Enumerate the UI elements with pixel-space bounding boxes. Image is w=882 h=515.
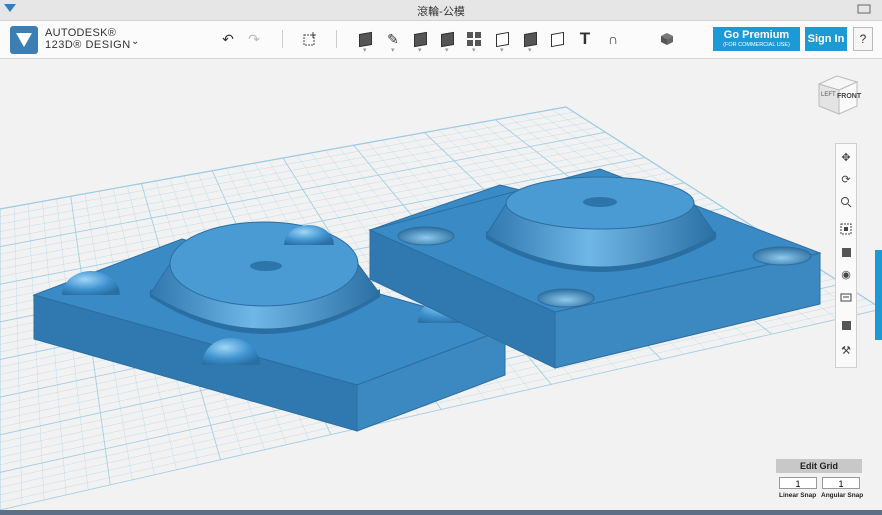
transform-tool-icon[interactable] — [300, 29, 320, 49]
chevron-down-icon[interactable]: ⌄ — [131, 36, 139, 47]
go-premium-sublabel: (FOR COMMERCIAL USE) — [723, 42, 790, 48]
dimple-back-left — [397, 226, 455, 246]
3d-viewport[interactable] — [0, 59, 882, 510]
view-cube-left[interactable]: LEFT — [821, 92, 836, 98]
modify-tool-icon[interactable]: ▾ — [437, 29, 457, 54]
go-premium-button[interactable]: Go Premium (FOR COMMERCIAL USE) — [713, 27, 800, 51]
go-premium-label: Go Premium — [723, 29, 790, 41]
visibility-eye-icon[interactable]: ◉ — [838, 266, 854, 282]
edit-grid-button[interactable]: Edit Grid — [776, 459, 862, 473]
snap-view-icon[interactable] — [838, 317, 854, 333]
settings-view-icon[interactable]: ⚒ — [838, 342, 854, 358]
toolbar-separator — [336, 30, 337, 48]
zoom-icon[interactable] — [838, 194, 854, 210]
fit-view-icon[interactable] — [838, 221, 854, 237]
text-tool-icon[interactable]: T — [575, 29, 595, 49]
main-toolbar: AUTODESK® 123D® DESIGN ⌄ ↶ ↷ ▾ ✎ ▾ ▾ ▾ ▾ … — [0, 21, 882, 59]
toolbar-separator — [282, 30, 283, 48]
primitives-tool-icon[interactable]: ▾ — [355, 29, 375, 54]
redo-icon[interactable]: ↷ — [244, 29, 264, 49]
help-button[interactable]: ? — [853, 27, 873, 51]
boss-right-center-hole — [583, 197, 617, 207]
scene-canvas[interactable] — [0, 59, 882, 510]
window-controls[interactable] — [854, 2, 874, 16]
grouping-tool-icon[interactable]: ▾ — [492, 29, 512, 54]
navigation-bar: ✥ ⟳ ◉ ⚒ — [835, 143, 857, 368]
brand-company: AUTODESK® — [45, 27, 117, 39]
dimple-front — [537, 288, 595, 308]
construct-tool-icon[interactable]: ▾ — [410, 29, 430, 54]
boss-left-center-hole — [250, 261, 282, 271]
linear-snap-input[interactable]: 1 — [779, 477, 817, 489]
material-tool-icon[interactable] — [657, 29, 677, 49]
window-title: 滾輪-公模 — [417, 6, 465, 18]
angular-snap-label: Angular Snap — [821, 492, 864, 499]
measure-tool-icon[interactable] — [547, 29, 567, 49]
pan-icon[interactable]: ✥ — [838, 149, 854, 165]
brand-product: 123D® DESIGN — [45, 39, 131, 51]
sign-in-button[interactable]: Sign In — [805, 27, 847, 51]
scroll-accent-bar[interactable] — [875, 250, 882, 340]
material-view-icon[interactable] — [838, 289, 854, 305]
view-cube-front[interactable]: FRONT — [837, 93, 861, 100]
taskbar — [0, 510, 882, 515]
angular-snap-input[interactable]: 1 — [822, 477, 860, 489]
snap-tool-icon[interactable]: ∩ — [603, 29, 623, 49]
orbit-icon[interactable]: ⟳ — [838, 171, 854, 187]
view-mode-icon[interactable] — [838, 244, 854, 260]
pattern-tool-icon[interactable]: ▾ — [464, 29, 484, 54]
view-cube[interactable]: LEFT FRONT — [815, 72, 861, 118]
combine-tool-icon[interactable]: ▾ — [520, 29, 540, 54]
sketch-tool-icon[interactable]: ✎ ▾ — [383, 29, 403, 55]
app-logo-icon — [10, 26, 38, 54]
undo-icon[interactable]: ↶ — [218, 29, 238, 49]
title-bar: 滾輪-公模 — [0, 0, 882, 21]
dimple-right — [752, 246, 812, 266]
linear-snap-label: Linear Snap — [779, 492, 817, 499]
